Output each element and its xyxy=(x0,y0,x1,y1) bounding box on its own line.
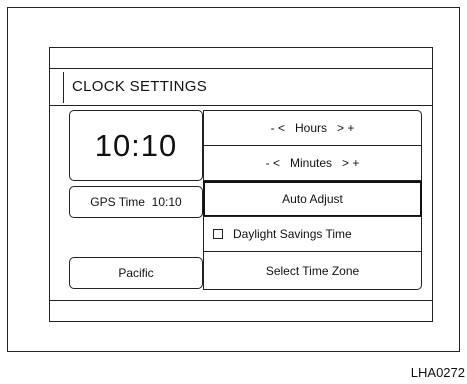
clock-display: 10:10 xyxy=(69,110,203,181)
figure-code: LHA0272 xyxy=(410,365,465,380)
daylight-savings-label: Daylight Savings Time xyxy=(233,227,352,241)
clock-settings-screen: CLOCK SETTINGS 10:10 GPS Time 10:10 Paci… xyxy=(49,47,433,322)
gps-time-button[interactable]: GPS Time 10:10 xyxy=(69,186,203,218)
hours-adjust-button[interactable]: - < Hours > + xyxy=(203,110,422,146)
select-time-zone-button[interactable]: Select Time Zone xyxy=(203,251,422,290)
daylight-savings-toggle[interactable]: Daylight Savings Time xyxy=(203,216,422,252)
minutes-adjust-button[interactable]: - < Minutes > + xyxy=(203,145,422,181)
auto-adjust-button[interactable]: Auto Adjust xyxy=(203,181,422,217)
header-accent-bar xyxy=(63,72,64,103)
time-zone-display[interactable]: Pacific xyxy=(69,257,203,289)
screen-header: CLOCK SETTINGS xyxy=(50,70,432,105)
footer-divider xyxy=(50,300,432,301)
page-title: CLOCK SETTINGS xyxy=(72,78,208,95)
settings-controls: - < Hours > + - < Minutes > + Auto Adjus… xyxy=(203,110,422,290)
daylight-savings-checkbox[interactable] xyxy=(213,229,223,239)
top-divider xyxy=(50,68,432,69)
header-divider xyxy=(50,105,432,106)
